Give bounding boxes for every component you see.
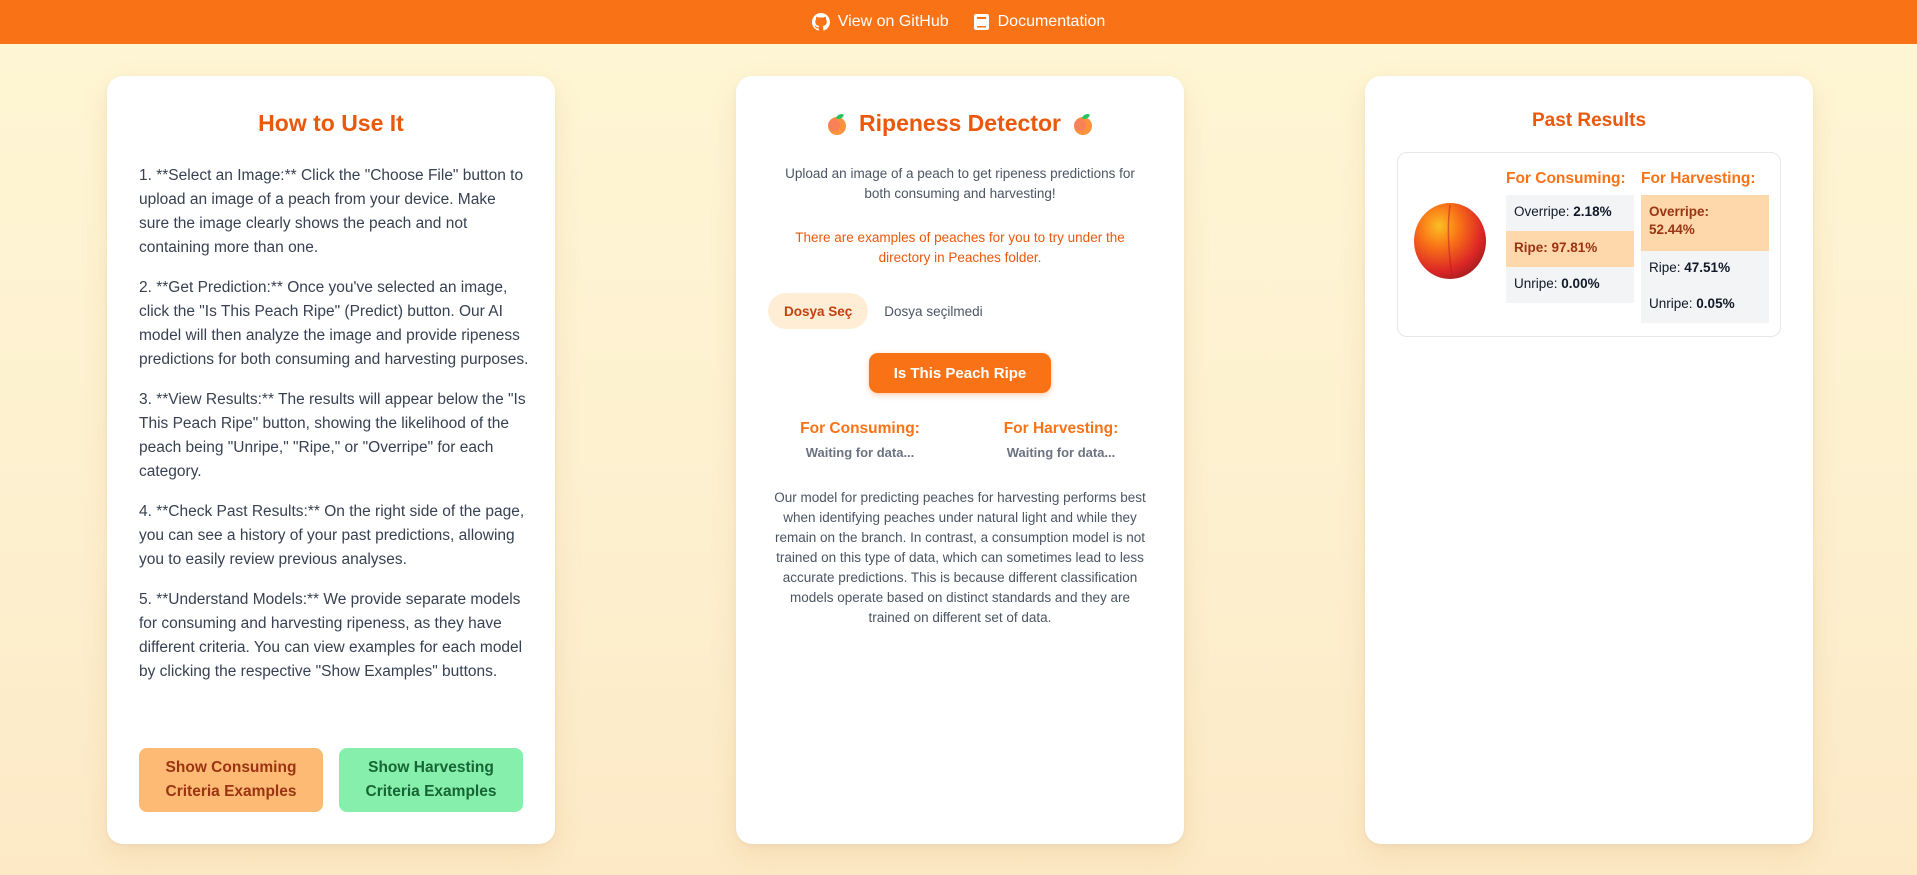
step-5: 5. **Understand Models:** We provide sep… [139,591,523,680]
consuming-label: For Consuming: [800,420,920,437]
show-consuming-examples-button[interactable]: Show Consuming Criteria Examples [139,748,323,812]
model-info-text: Our model for predicting peaches for har… [774,490,1146,625]
github-link[interactable]: View on GitHub [811,13,949,31]
peach-emoji-icon [1073,113,1092,135]
ripeness-detector-card: Ripeness Detector Upload an image of a p… [736,76,1184,844]
examples-note: There are examples of peaches for you to… [795,230,1125,265]
detector-description: Upload an image of a peach to get ripene… [785,166,1135,201]
harvesting-label: For Harvesting: [1003,420,1119,437]
consuming-ripe: Ripe: 97.81% [1506,231,1634,267]
past-result-item: For Consuming: Overripe: 2.18% Ripe: 97.… [1397,152,1781,337]
harvesting-result-label: For Harvesting: [1641,170,1756,187]
consuming-prediction: For Consuming: Waiting for data... [780,419,940,460]
how-to-use-card: How to Use It 1. **Select an Image:** Cl… [107,76,555,844]
detector-title-row: Ripeness Detector [736,110,1184,137]
consuming-overripe: Overripe: 2.18% [1506,195,1634,231]
peach-photo [1414,203,1486,279]
step-4: 4. **Check Past Results:** On the right … [139,503,525,568]
choose-file-button[interactable]: Dosya Seç [768,293,869,329]
past-results-card: Past Results For Consuming: Overripe: 2.… [1365,76,1813,844]
documentation-link[interactable]: Documentation [973,13,1106,31]
consuming-result: For Consuming: Overripe: 2.18% Ripe: 97.… [1506,169,1634,303]
harvesting-prediction: For Harvesting: Waiting for data... [981,419,1141,460]
peach-emoji-icon [828,113,847,135]
step-1: 1. **Select an Image:** Click the "Choos… [139,167,524,256]
file-input[interactable]: Dosya Seç Dosya seçilmedi [768,293,983,329]
harvesting-ripe: Ripe: 47.51% [1641,251,1769,287]
show-harvesting-examples-button[interactable]: Show Harvesting Criteria Examples [339,748,523,812]
consuming-unripe: Unripe: 0.00% [1506,267,1634,303]
step-3: 3. **View Results:** The results will ap… [139,391,526,480]
file-status: Dosya seçilmedi [884,303,983,319]
predict-button[interactable]: Is This Peach Ripe [869,353,1051,393]
how-to-use-title: How to Use It [258,110,404,136]
detector-title: Ripeness Detector [859,110,1061,136]
harvesting-waiting: Waiting for data... [1006,445,1116,460]
steps-list: 1. **Select an Image:** Click the "Choos… [139,164,529,700]
book-icon [973,14,989,30]
documentation-label: Documentation [997,13,1106,30]
harvesting-unripe: Unripe: 0.05% [1641,287,1769,323]
github-icon [811,13,830,31]
github-label: View on GitHub [837,13,949,30]
harvesting-result: For Harvesting: Overripe: 52.44% Ripe: 47… [1641,169,1769,323]
top-nav-bar: View on GitHub Documentation [0,0,1917,44]
harvesting-overripe: Overripe: 52.44% [1641,195,1769,251]
consuming-waiting: Waiting for data... [805,445,915,460]
examples-buttons: Show Consuming Criteria Examples Show Ha… [139,748,523,812]
step-2: 2. **Get Prediction:** Once you've selec… [139,279,529,368]
past-results-title: Past Results [1531,110,1647,131]
consuming-result-label: For Consuming: [1506,170,1626,187]
